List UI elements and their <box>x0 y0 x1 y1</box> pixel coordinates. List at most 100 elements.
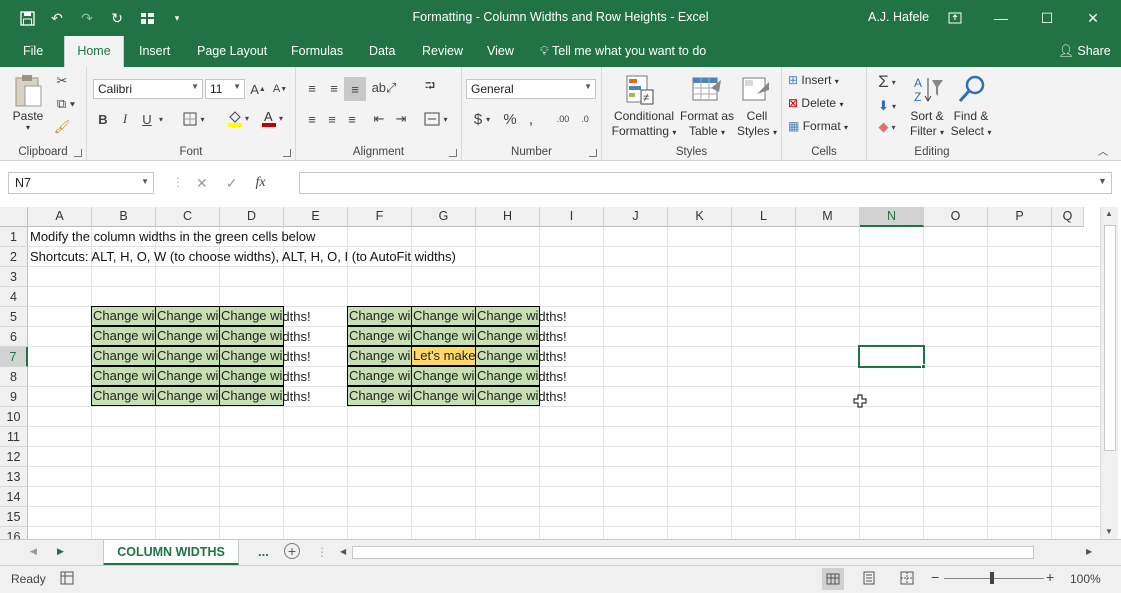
paste-dropdown-icon[interactable]: ▾ <box>10 123 46 132</box>
font-color-icon[interactable]: A ▾ <box>257 107 287 129</box>
green-cell-c5[interactable]: Change widths! <box>155 306 220 326</box>
green-cell-f6[interactable]: Change widths! <box>347 326 412 346</box>
column-header-c[interactable]: C <box>156 207 220 227</box>
row-header-3[interactable]: 3 <box>0 267 28 287</box>
green-cell-f9[interactable]: Change widths! <box>347 386 412 406</box>
row-header-7[interactable]: 7 <box>0 347 28 367</box>
alignment-launcher-icon[interactable] <box>449 149 457 157</box>
page-layout-view-icon[interactable] <box>862 571 876 588</box>
close-icon[interactable]: ✕ <box>1070 0 1116 36</box>
currency-button[interactable]: $ ▾ <box>468 109 496 129</box>
font-launcher-icon[interactable] <box>283 149 291 157</box>
tab-insert[interactable]: Insert <box>135 36 174 67</box>
find-select-icon[interactable] <box>955 73 989 107</box>
row-header-13[interactable]: 13 <box>0 467 28 487</box>
column-header-l[interactable]: L <box>732 207 796 227</box>
tab-view[interactable]: View <box>483 36 518 67</box>
increase-font-icon[interactable]: A ▲ <box>249 79 267 99</box>
comma-button[interactable]: , <box>524 109 538 129</box>
sort-filter-button[interactable]: Filter ▾ <box>905 124 949 138</box>
tab-splitter-icon[interactable]: ⋮ <box>316 545 328 559</box>
new-sheet-icon[interactable]: + <box>284 543 300 559</box>
enter-icon[interactable]: ✓ <box>226 175 238 192</box>
cancel-icon[interactable]: ✕ <box>196 175 208 192</box>
next-sheet-icon[interactable]: ▶ <box>57 546 64 557</box>
green-cell-c8[interactable]: Change widths! <box>155 366 220 386</box>
autosum-icon[interactable]: Σ ▾ <box>871 71 903 93</box>
column-header-o[interactable]: O <box>924 207 988 227</box>
zoom-in-icon[interactable]: + <box>1046 569 1054 585</box>
bold-button[interactable]: B <box>95 109 111 129</box>
green-cell-g8[interactable]: Change widths! <box>411 366 476 386</box>
formula-bar-splitter-icon[interactable]: ⋮ <box>172 175 184 189</box>
formula-input[interactable] <box>299 172 1112 194</box>
row-header-11[interactable]: 11 <box>0 427 28 447</box>
scroll-up-icon[interactable]: ▲ <box>1105 209 1113 218</box>
row-header-8[interactable]: 8 <box>0 367 28 387</box>
share-button[interactable]: 👤︎ Share <box>1058 36 1111 67</box>
green-cell-b7[interactable]: Change widths! <box>91 346 156 366</box>
vertical-scrollbar[interactable]: ▲ ▼ <box>1100 207 1118 539</box>
sort-filter-icon[interactable]: AZ <box>911 73 945 107</box>
copy-icon[interactable]: ⧉ ▾ <box>52 94 80 114</box>
row-header-1[interactable]: 1 <box>0 227 28 247</box>
name-box[interactable]: N7 ▼ <box>8 172 154 194</box>
decrease-font-icon[interactable]: A ▼ <box>271 79 289 99</box>
row-header-14[interactable]: 14 <box>0 487 28 507</box>
column-header-e[interactable]: E <box>284 207 348 227</box>
column-header-f[interactable]: F <box>348 207 412 227</box>
align-center-icon[interactable]: ≡ <box>322 109 342 129</box>
green-cell-h7[interactable]: Change widths! <box>475 346 540 366</box>
row-header-15[interactable]: 15 <box>0 507 28 527</box>
font-size-box[interactable]: 11 ▼ <box>205 79 245 99</box>
expand-formula-bar-icon[interactable]: ▼ <box>1098 176 1107 186</box>
green-cell-h8[interactable]: Change widths! <box>475 366 540 386</box>
column-header-h[interactable]: H <box>476 207 540 227</box>
cell-styles-icon[interactable] <box>740 73 772 107</box>
column-header-b[interactable]: B <box>92 207 156 227</box>
merge-center-icon[interactable]: ▾ <box>420 109 452 129</box>
green-cell-f7[interactable]: Change widths! <box>347 346 412 366</box>
tab-file[interactable]: File <box>19 36 47 67</box>
row-header-12[interactable]: 12 <box>0 447 28 467</box>
column-header-k[interactable]: K <box>668 207 732 227</box>
align-right-icon[interactable]: ≡ <box>342 109 362 129</box>
clipboard-launcher-icon[interactable] <box>74 149 82 157</box>
green-cell-h5[interactable]: Change widths! <box>475 306 540 326</box>
row-header-10[interactable]: 10 <box>0 407 28 427</box>
normal-view-icon[interactable] <box>822 568 844 590</box>
maximize-icon[interactable]: ☐ <box>1024 0 1070 36</box>
top-align-icon[interactable]: ≡ <box>302 77 322 99</box>
zoom-slider[interactable] <box>944 578 1044 579</box>
cell-styles-button[interactable]: Styles ▾ <box>736 124 778 138</box>
decrease-indent-icon[interactable]: ⇤ <box>368 109 390 129</box>
column-header-a[interactable]: A <box>28 207 92 227</box>
cell-a2[interactable]: Shortcuts: ALT, H, O, W (to choose width… <box>28 247 728 267</box>
column-header-j[interactable]: J <box>604 207 668 227</box>
scroll-left-icon[interactable]: ◀ <box>340 547 346 556</box>
conditional-formatting-line1[interactable]: Conditional <box>606 109 682 123</box>
tab-data[interactable]: Data <box>365 36 399 67</box>
insert-cells-button[interactable]: ⊞ Insert ▾ <box>788 73 864 87</box>
decrease-decimal-button[interactable]: .0 <box>574 109 596 129</box>
underline-button[interactable]: U <box>139 109 155 129</box>
tab-home[interactable]: Home <box>64 36 124 68</box>
green-cell-b9[interactable]: Change widths! <box>91 386 156 406</box>
tab-review[interactable]: Review <box>418 36 467 67</box>
column-header-p[interactable]: P <box>988 207 1052 227</box>
green-cell-g9[interactable]: Change widths! <box>411 386 476 406</box>
conditional-formatting-button[interactable]: Formatting ▾ <box>606 124 682 138</box>
column-header-n[interactable]: N <box>860 207 924 227</box>
borders-icon[interactable]: ▾ <box>179 109 209 129</box>
number-format-box[interactable]: General ▼ <box>466 79 596 99</box>
horizontal-scroll-thumb[interactable] <box>352 546 1034 559</box>
column-header-q[interactable]: Q <box>1052 207 1084 227</box>
more-sheets-button[interactable]: ... <box>258 544 269 559</box>
row-header-9[interactable]: 9 <box>0 387 28 407</box>
row-header-5[interactable]: 5 <box>0 307 28 327</box>
column-header-i[interactable]: I <box>540 207 604 227</box>
bottom-align-icon[interactable]: ≡ <box>344 77 366 101</box>
format-as-table-line1[interactable]: Format as <box>678 109 736 123</box>
green-cell-g5[interactable]: Change widths! <box>411 306 476 326</box>
collapse-ribbon-icon[interactable]: ︿ <box>1096 143 1110 158</box>
